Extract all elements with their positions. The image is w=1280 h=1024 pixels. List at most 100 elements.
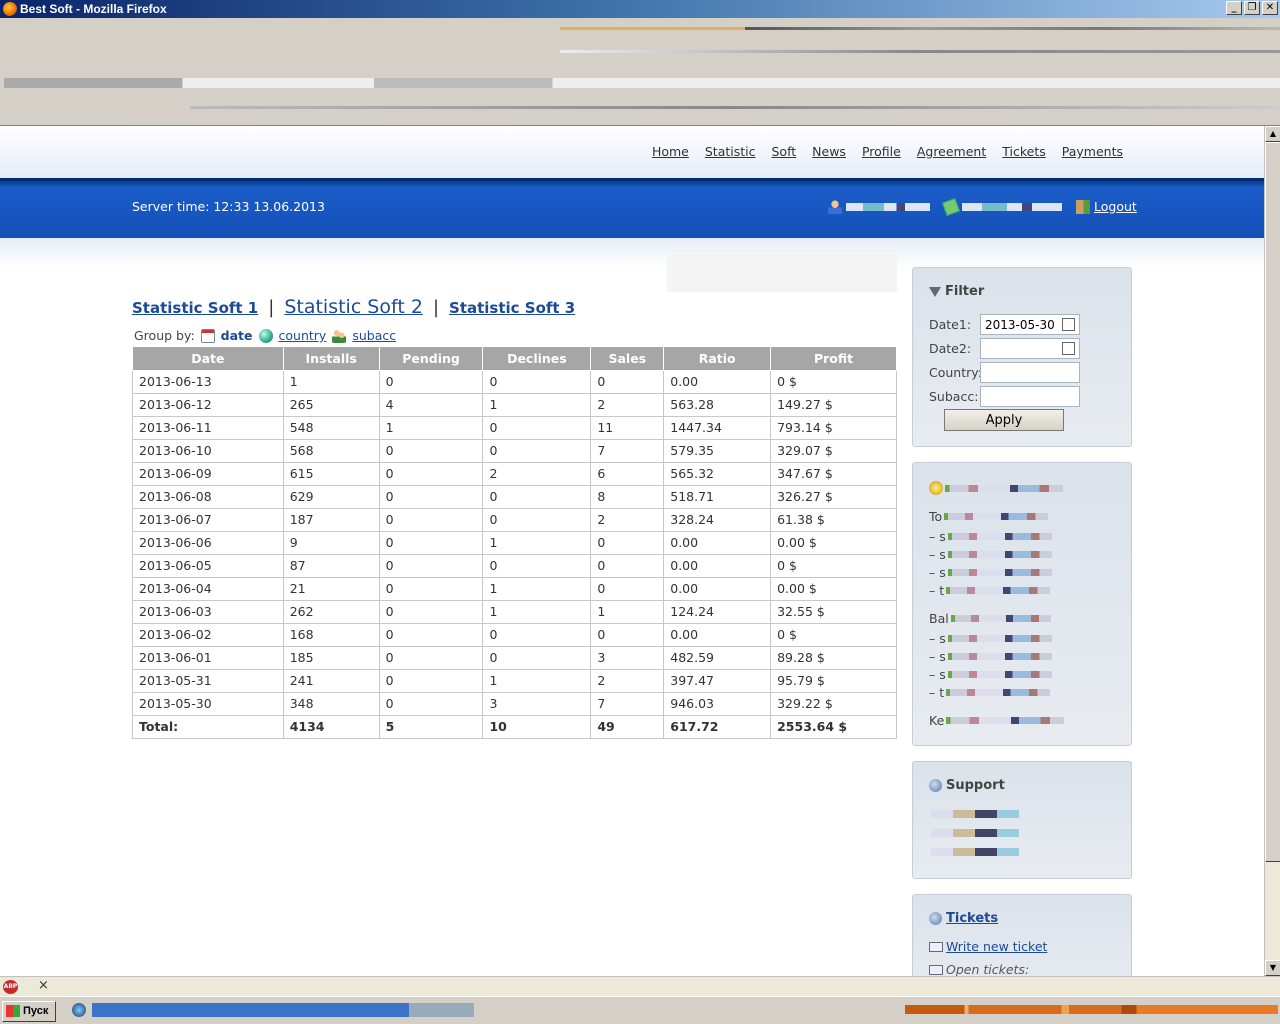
country-input[interactable] [980, 362, 1080, 383]
cell-declines: 0 [482, 645, 592, 670]
column-header[interactable]: Sales [590, 347, 665, 371]
group-by-subacc-link[interactable]: subacc [352, 328, 396, 343]
obscured-text [947, 671, 1052, 678]
obscured-text [947, 551, 1052, 558]
nav-statistic[interactable]: Statistic [705, 144, 756, 159]
cell-sales: 0 [590, 622, 665, 647]
cell-declines: 1 [482, 530, 592, 555]
nav-home[interactable]: Home [652, 144, 689, 159]
close-icon[interactable]: × [38, 978, 49, 993]
cell-ratio: 124.24 [663, 599, 772, 624]
nav-payments[interactable]: Payments [1062, 144, 1123, 159]
tab-statistic-soft-3[interactable]: Statistic Soft 3 [449, 299, 575, 317]
scroll-thumb[interactable] [1265, 142, 1280, 862]
obscured-text [950, 615, 1051, 622]
column-header[interactable]: Ratio [663, 347, 772, 371]
column-header[interactable]: Declines [482, 347, 592, 371]
calendar-icon[interactable] [1062, 342, 1075, 355]
navigation-toolbar[interactable] [4, 78, 1280, 88]
cell-installs: 4134 [282, 714, 380, 739]
firefox-icon [3, 2, 17, 16]
close-button[interactable]: ✕ [1262, 1, 1278, 15]
cell-pending: 0 [378, 553, 484, 578]
tickets-title-link[interactable]: Tickets [946, 911, 998, 926]
tickets-title: Tickets [929, 911, 998, 926]
column-header[interactable]: Installs [282, 347, 380, 371]
balance-line: – t [929, 685, 1051, 700]
cell-pending: 0 [378, 645, 484, 670]
top-navigation: Home Statistic Soft News Profile Agreeme… [0, 126, 1264, 178]
cell-profit: 329.22 $ [770, 691, 897, 716]
bookmarks-toolbar[interactable] [190, 106, 1280, 109]
nav-news[interactable]: News [812, 144, 846, 159]
balance-line-label: – s [929, 529, 946, 544]
cell-ratio: 397.47 [663, 668, 772, 693]
cell-pending: 0 [378, 484, 484, 509]
cell-profit: 0 $ [770, 622, 897, 647]
obscured-text [931, 848, 1019, 856]
scroll-down-arrow[interactable]: ▼ [1265, 960, 1280, 976]
cell-declines: 0 [482, 622, 592, 647]
cell-profit: 95.79 $ [770, 668, 897, 693]
obscured-text [931, 810, 1019, 818]
apply-button[interactable]: Apply [944, 409, 1064, 431]
nav-soft[interactable]: Soft [772, 144, 797, 159]
start-button[interactable]: Пуск [2, 1001, 56, 1022]
cell-date: 2013-06-11 [132, 415, 284, 440]
cell-ratio: 1447.34 [663, 415, 772, 440]
balance-line-label: – s [929, 631, 946, 646]
tab-statistic-soft-2[interactable]: Statistic Soft 2 [284, 296, 423, 318]
maximize-button[interactable]: ❐ [1244, 1, 1260, 15]
cell-profit: 32.55 $ [770, 599, 897, 624]
cell-declines: 0 [482, 369, 592, 394]
nav-menu: Home Statistic Soft News Profile Agreeme… [652, 144, 1123, 160]
cell-sales: 7 [590, 438, 665, 463]
cell-profit: 0.00 $ [770, 576, 897, 601]
table-row: 2013-06-08 629 0 0 8 518.71 326.27 $ [132, 484, 897, 509]
logout-link[interactable]: Logout [1094, 199, 1137, 214]
logout-item[interactable]: Logout [1076, 199, 1137, 214]
write-new-ticket-link[interactable]: Write new ticket [946, 939, 1047, 954]
nav-agreement[interactable]: Agreement [917, 144, 986, 159]
server-time: Server time: 12:33 13.06.2013 [132, 199, 325, 214]
cell-pending: 0 [378, 461, 484, 486]
cell-profit: 0 $ [770, 369, 897, 394]
cell-declines: 0 [482, 415, 592, 440]
internet-explorer-icon[interactable] [72, 1003, 86, 1017]
cell-declines: 1 [482, 576, 592, 601]
calendar-icon[interactable] [1062, 318, 1075, 331]
country-label: Country: [929, 365, 982, 380]
tab-statistic-soft-1[interactable]: Statistic Soft 1 [132, 299, 258, 317]
cell-date: 2013-06-10 [132, 438, 284, 463]
group-by-country-link[interactable]: country [279, 328, 327, 343]
balance-line-label: Bal [929, 611, 949, 626]
nav-tickets[interactable]: Tickets [1002, 144, 1046, 159]
column-header[interactable]: Date [132, 347, 284, 371]
cell-ratio: 617.72 [663, 714, 772, 739]
table-body: 2013-06-13 1 0 0 0 0.00 0 $2013-06-12 265 4 1 2 563… [132, 369, 897, 739]
cell-installs: 187 [282, 507, 380, 532]
cell-pending: 0 [378, 576, 484, 601]
adblock-icon[interactable]: ABP [3, 980, 18, 994]
write-ticket-row: Write new ticket [929, 939, 1047, 954]
toolbar-band [745, 27, 1280, 30]
table-row: 2013-06-04 21 0 1 0 0.00 0.00 $ [132, 576, 897, 601]
scroll-up-arrow[interactable]: ▲ [1265, 126, 1280, 142]
system-tray [905, 1005, 1278, 1014]
minimize-button[interactable]: _ [1226, 1, 1242, 15]
column-header[interactable]: Profit [770, 347, 897, 371]
subacc-input[interactable] [980, 386, 1080, 407]
balance-line: – s [929, 565, 1052, 580]
user-account [828, 199, 930, 214]
cell-ratio: 0.00 [663, 553, 772, 578]
vertical-scrollbar[interactable]: ▲ ▼ [1264, 126, 1280, 976]
statistic-tabs: Statistic Soft 1 | Statistic Soft 2 | St… [132, 296, 575, 318]
cell-sales: 2 [590, 668, 665, 693]
tickets-panel: Tickets Write new ticket Open tickets: [912, 894, 1132, 976]
balance-line-label: – t [929, 685, 945, 700]
nav-profile[interactable]: Profile [862, 144, 901, 159]
date1-row: Date1: [929, 314, 1080, 335]
column-header[interactable]: Pending [378, 347, 484, 371]
cell-declines: 1 [482, 668, 592, 693]
taskbar-window-button[interactable] [92, 1003, 474, 1017]
